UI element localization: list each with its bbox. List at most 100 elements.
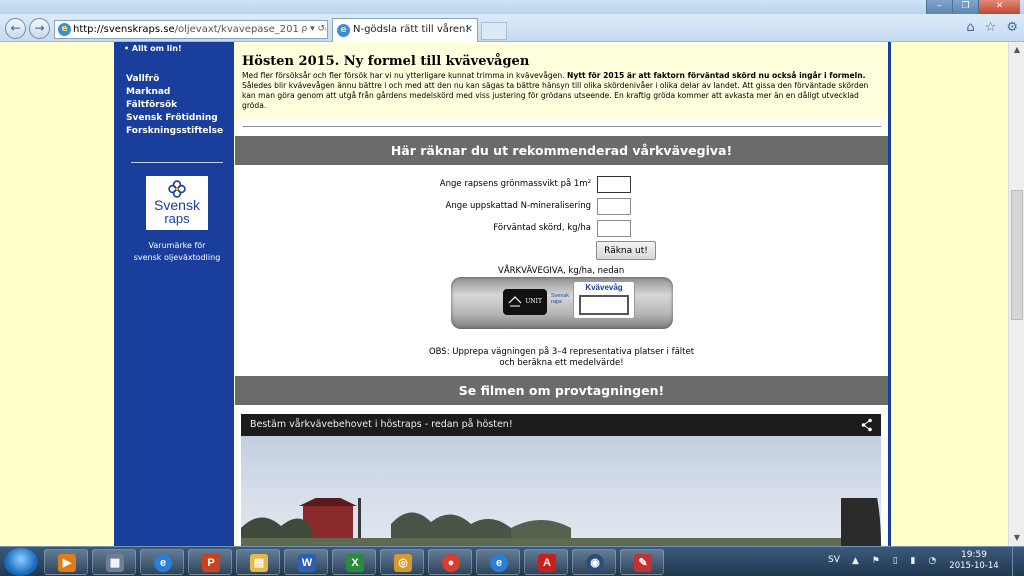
scale-panel: Kvävevåg	[573, 281, 635, 319]
address-domain: http://svenskraps.se	[73, 24, 175, 35]
powerpoint-icon: P	[202, 554, 220, 572]
video-player[interactable]: Bestäm vårkvävebehovet i höstraps - reda…	[241, 414, 881, 546]
video-title: Bestäm vårkvävebehovet i höstraps - reda…	[250, 419, 513, 430]
app-icon-3: ✎	[634, 554, 652, 572]
raps-flower-icon	[168, 180, 186, 198]
grönmassvikt-label: Ange rapsens grönmassvikt på 1m²	[439, 179, 591, 189]
gear-icon[interactable]: ⚙	[1006, 20, 1018, 35]
sidebar-item-allt-om-lin[interactable]: • Allt om lin!	[124, 44, 182, 53]
main-content: Hösten 2015. Ny formel till kvävevågen M…	[235, 42, 888, 546]
minimize-button[interactable]: –	[926, 0, 952, 14]
sidebar-item-faltforsok[interactable]: Fältförsök	[126, 99, 223, 112]
article-text-1: Med fler försöksår och fler försök har v…	[242, 71, 568, 80]
ie-taskbar-icon-2: e	[490, 554, 508, 572]
page-scrollbar[interactable]: ▲ ▼	[1008, 42, 1024, 546]
obs-line2: och beräkna ett medelvärde!	[499, 358, 624, 368]
taskbar-chrome[interactable]: ●	[428, 549, 472, 575]
tagline-line2: svensk oljeväxtodling	[133, 253, 221, 262]
sidebar-item-svensk-frotidning[interactable]: Svensk Frötidning	[126, 112, 223, 125]
unit-brand-box: UNIT	[503, 289, 547, 315]
kvavevag-scale: UNIT Svensk raps Kvävevåg	[451, 275, 673, 331]
close-window-button[interactable]: ✕	[978, 0, 1020, 14]
calculate-button[interactable]: Räkna ut!	[596, 241, 656, 260]
forward-arrow-icon: →	[34, 21, 45, 35]
obs-note: OBS: Upprepa vägningen på 3–4 representa…	[235, 347, 888, 369]
ie-taskbar-icon: e	[154, 554, 172, 572]
content-border	[888, 42, 891, 546]
tray-icons[interactable]: ▲ ⚑ ▯ ▮ ◔	[852, 556, 941, 566]
taskbar-calculator[interactable]: ▦	[92, 549, 136, 575]
window-controls: – ❐ ✕	[926, 0, 1020, 14]
language-indicator[interactable]: SV	[828, 555, 840, 565]
back-arrow-icon: ←	[10, 21, 21, 35]
article-text-bold: Nytt för 2015 är att faktorn förväntad s…	[567, 71, 866, 80]
scale-logo-line2: raps	[551, 299, 562, 305]
gronmassvikt-input[interactable]	[597, 176, 631, 193]
taskbar-powerpoint[interactable]: P	[188, 549, 232, 575]
scroll-thumb[interactable]	[1011, 190, 1023, 320]
n-mineralisering-input[interactable]	[597, 198, 631, 215]
sidebar-item-forskningsstiftelse[interactable]: Forskningsstiftelse	[126, 125, 223, 138]
scale-logo: Svensk raps	[551, 293, 569, 305]
video-scene	[241, 498, 881, 546]
left-sidebar: • Allt om lin! Vallfrö Marknad Fältförsö…	[114, 42, 234, 546]
share-icon[interactable]	[861, 418, 873, 432]
tab-active[interactable]: e N-gödsla rätt till våren! ✕	[332, 18, 478, 42]
calculator-icon: ▦	[106, 554, 124, 572]
taskbar-internet-explorer[interactable]: e	[140, 549, 184, 575]
show-desktop-button[interactable]	[1012, 547, 1024, 576]
taskbar-acrobat[interactable]: A	[524, 549, 568, 575]
taskbar-app[interactable]: ◎	[380, 549, 424, 575]
forvantad-skord-label: Förväntad skörd, kg/ha	[493, 223, 591, 233]
obs-line1: OBS: Upprepa vägningen på 3–4 representa…	[428, 347, 695, 357]
sidebar-menu: Vallfrö Marknad Fältförsök Svensk Frötid…	[126, 73, 223, 138]
logo-text-svensk: Svensk	[154, 197, 200, 213]
back-button[interactable]: ←	[5, 18, 26, 39]
n-mineralisering-label: Ange uppskattad N-mineralisering	[445, 201, 592, 211]
taskbar-app-3[interactable]: ✎	[620, 549, 664, 575]
word-icon: W	[298, 554, 316, 572]
taskbar-media-player[interactable]: ▶	[44, 549, 88, 575]
forward-button[interactable]: →	[29, 18, 50, 39]
new-tab-button[interactable]	[481, 22, 507, 40]
unit-brand-text: UNIT	[525, 298, 542, 305]
acrobat-icon: A	[538, 554, 556, 572]
ie-tab-icon: e	[337, 24, 350, 37]
app-icon-2: ◉	[586, 554, 604, 572]
sidebar-tagline: Varumärke för svensk oljeväxtodling	[118, 240, 236, 264]
system-tray: SV ▲ ⚑ ▯ ▮ ◔ 19:59 2015-10-14	[814, 547, 1024, 576]
taskbar-app-2[interactable]: ◉	[572, 549, 616, 575]
home-icon[interactable]: ⌂	[966, 20, 974, 35]
article-intro: Hösten 2015. Ny formel till kvävevågen M…	[235, 42, 888, 127]
browser-navbar: ← → e http://svenskraps.se/oljevaxt/kvav…	[0, 14, 1024, 42]
scroll-up-icon[interactable]: ▲	[1009, 42, 1024, 58]
scroll-down-icon[interactable]: ▼	[1009, 530, 1024, 546]
maximize-button[interactable]: ❐	[952, 0, 978, 14]
video-heading: Se filmen om provtagningen!	[235, 376, 888, 405]
address-bar[interactable]: e http://svenskraps.se/oljevaxt/kvavepas…	[54, 20, 328, 39]
taskbar-word[interactable]: W	[284, 549, 328, 575]
sidebar-item-vallfro[interactable]: Vallfrö	[126, 73, 223, 86]
taskbar-internet-explorer-2[interactable]: e	[476, 549, 520, 575]
taskbar-explorer[interactable]: ▤	[236, 549, 280, 575]
svensk-raps-logo[interactable]: Svensk raps	[146, 176, 208, 230]
clock-time: 19:59	[961, 550, 987, 560]
scale-title: Kvävevåg	[585, 283, 623, 292]
calculator-heading: Här räknar du ut rekommenderad vårkväveg…	[235, 136, 888, 165]
start-button[interactable]	[4, 548, 38, 576]
forvantad-skord-input[interactable]	[597, 220, 631, 237]
window-titlebar: – ❐ ✕	[0, 0, 1024, 14]
sidebar-item-marknad[interactable]: Marknad	[126, 86, 223, 99]
page-viewport: • Allt om lin! Vallfrö Marknad Fältförsö…	[0, 42, 1008, 546]
tab-title: N-gödsla rätt till våren!	[353, 24, 470, 35]
result-display	[579, 295, 629, 315]
taskbar-excel[interactable]: X	[332, 549, 376, 575]
excel-icon: X	[346, 554, 364, 572]
tab-close-icon[interactable]: ✕	[465, 19, 473, 41]
sidebar-divider	[131, 162, 223, 163]
clock[interactable]: 19:59 2015-10-14	[944, 550, 1004, 572]
favorites-star-icon[interactable]: ☆	[985, 20, 997, 35]
app-icon: ◎	[394, 554, 412, 572]
folder-icon: ▤	[250, 554, 268, 572]
address-tools[interactable]: ρ ▾ ↺	[298, 21, 325, 38]
